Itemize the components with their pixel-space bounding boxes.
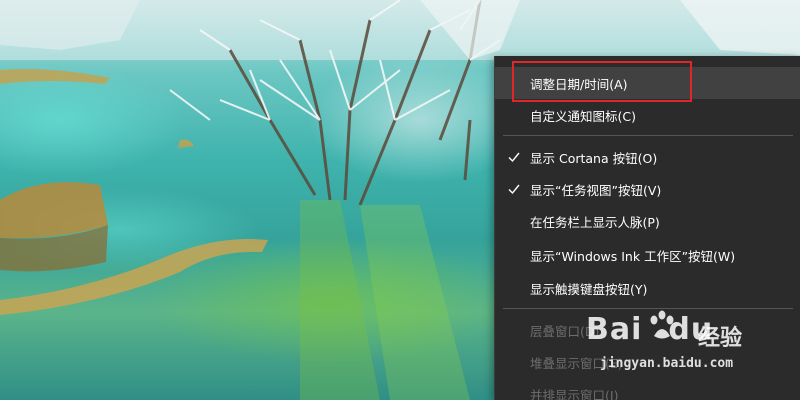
menu-item-side-by-side-windows: 并排显示窗口(I) bbox=[495, 378, 800, 400]
menu-item-cascade-windows: 层叠窗口(D) bbox=[495, 314, 800, 346]
menu-item-label: 并排显示窗口(I) bbox=[530, 387, 619, 400]
menu-separator bbox=[503, 308, 793, 309]
menu-item-stack-windows: 堆叠显示窗口(E) bbox=[495, 346, 800, 378]
menu-item-customize-notification-icons[interactable]: 自定义通知图标(C) bbox=[495, 99, 800, 131]
menu-item-label: 层叠窗口(D) bbox=[530, 323, 600, 339]
menu-item-label: 显示“任务视图”按钮(V) bbox=[530, 182, 662, 198]
menu-item-show-cortana-button[interactable]: 显示 Cortana 按钮(O) bbox=[495, 141, 800, 173]
menu-item-show-people[interactable]: 在任务栏上显示人脉(P) bbox=[495, 205, 800, 237]
menu-item-label: 显示触摸键盘按钮(Y) bbox=[530, 281, 648, 297]
menu-item-show-task-view-button[interactable]: 显示“任务视图”按钮(V) bbox=[495, 173, 800, 205]
menu-item-label: 堆叠显示窗口(E) bbox=[530, 355, 623, 371]
menu-item-adjust-date-time[interactable]: 调整日期/时间(A) bbox=[495, 67, 800, 99]
menu-item-show-touch-keyboard-button[interactable]: 显示触摸键盘按钮(Y) bbox=[495, 272, 800, 304]
menu-item-label: 自定义通知图标(C) bbox=[530, 108, 636, 124]
menu-item-show-windows-ink-button[interactable]: 显示“Windows Ink 工作区”按钮(W) bbox=[495, 239, 800, 271]
checkmark-icon bbox=[508, 184, 520, 195]
menu-item-label: 在任务栏上显示人脉(P) bbox=[530, 214, 660, 230]
checkmark-icon bbox=[508, 152, 520, 163]
menu-separator bbox=[503, 135, 793, 136]
menu-item-label: 显示 Cortana 按钮(O) bbox=[530, 150, 658, 166]
taskbar-context-menu: 调整日期/时间(A) 自定义通知图标(C) 显示 Cortana 按钮(O) 显… bbox=[494, 56, 800, 400]
menu-item-label: 调整日期/时间(A) bbox=[530, 76, 628, 92]
menu-item-label: 显示“Windows Ink 工作区”按钮(W) bbox=[530, 248, 736, 264]
